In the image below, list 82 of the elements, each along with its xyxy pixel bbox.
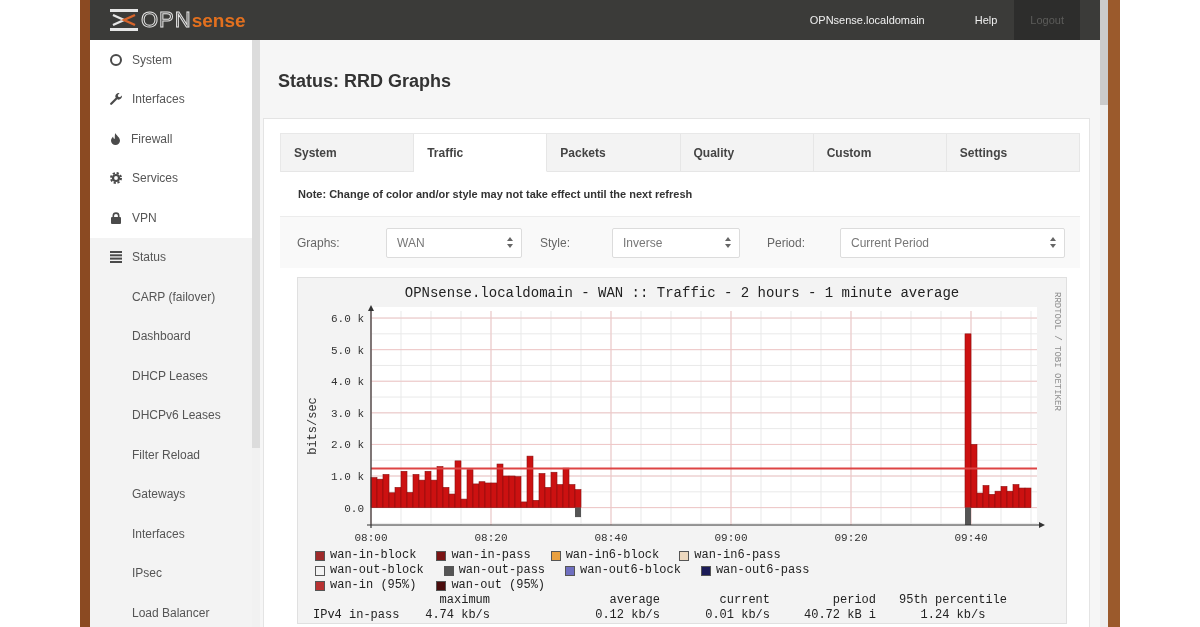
sidebar-item[interactable]: IPsec bbox=[90, 553, 252, 593]
table-cell-text: 40.72 kB i bbox=[803, 608, 876, 623]
ring-icon bbox=[110, 53, 122, 66]
filter-label: Graphs: bbox=[297, 235, 341, 250]
filter-label: Style: bbox=[540, 235, 571, 250]
tick-label: 0.0 bbox=[344, 502, 364, 515]
column-header: average bbox=[608, 593, 660, 608]
table-cell-text: 4.74 kb/s bbox=[424, 608, 490, 623]
sidebar-item[interactable]: Interfaces bbox=[90, 514, 252, 554]
column-header: maximum bbox=[438, 593, 490, 608]
tab[interactable]: System bbox=[281, 134, 415, 172]
tick-label: 4.0 k bbox=[331, 376, 364, 389]
fire-icon bbox=[110, 132, 121, 145]
tick-label: 09:40 bbox=[954, 532, 988, 544]
nav-link[interactable]: Help bbox=[966, 0, 1006, 40]
sidebar-item[interactable]: DHCP Leases bbox=[90, 356, 252, 396]
tab[interactable]: Settings bbox=[946, 134, 1081, 172]
sidebar-item[interactable]: DHCPv6 Leases bbox=[90, 395, 252, 435]
logo-icon bbox=[110, 9, 138, 31]
tick-label: 6.0 k bbox=[331, 313, 364, 326]
note-text: Note: Change of color and/or style may not take effect until the next refresh bbox=[298, 188, 693, 200]
tick-label: 08:40 bbox=[594, 532, 628, 544]
tick-label: 09:20 bbox=[834, 532, 868, 544]
list-icon bbox=[110, 251, 122, 264]
sidebar-item[interactable]: Gateways bbox=[90, 474, 252, 514]
select-field[interactable]: Current Period bbox=[840, 227, 1065, 258]
scrollbar-thumb[interactable] bbox=[252, 40, 260, 448]
column-header: period bbox=[831, 593, 876, 608]
axis-title: bits/sec bbox=[306, 397, 320, 455]
legend-label: wan-in6-pass bbox=[694, 548, 781, 563]
tick-label: 5.0 k bbox=[331, 344, 364, 357]
logo-text: OPNsense bbox=[141, 6, 246, 34]
sidebar-item[interactable]: System bbox=[90, 40, 252, 80]
sidebar-item[interactable]: Filter Reload bbox=[90, 435, 252, 475]
tab[interactable]: Packets bbox=[547, 134, 681, 172]
legend-label: wan-out-block bbox=[330, 563, 424, 578]
table-cell-text: 0.12 kb/s bbox=[594, 608, 660, 623]
outbound-bar bbox=[575, 507, 581, 518]
wrench-icon bbox=[110, 93, 122, 106]
column-header: current bbox=[718, 593, 770, 608]
sidebar-item[interactable]: Load Balancer bbox=[90, 593, 252, 627]
nav-link[interactable]: OPNsense.localdomain bbox=[801, 0, 933, 40]
select-field[interactable]: WAN bbox=[386, 227, 522, 258]
tick-label: 08:20 bbox=[474, 532, 508, 544]
tick-label: 1.0 k bbox=[331, 471, 364, 484]
updown-arrows-icon bbox=[1050, 237, 1056, 248]
legend-label: wan-out6-pass bbox=[715, 563, 810, 578]
legend-label: wan-out (95%) bbox=[451, 578, 546, 593]
legend-label: wan-out6-block bbox=[580, 563, 681, 578]
legend-label: wan-out-pass bbox=[458, 563, 546, 578]
sidebar-item[interactable]: Dashboard bbox=[90, 316, 252, 356]
table-cell-text: 0.01 kb/s bbox=[704, 608, 770, 623]
row-label: IPv4 in-pass bbox=[313, 608, 398, 623]
chart-title: OPNsense.localdomain - WAN :: Traffic - 2 hours - 1 minute average bbox=[403, 284, 961, 302]
updown-arrows-icon bbox=[507, 237, 513, 248]
column-header: 95th percentile bbox=[898, 593, 1008, 608]
sidebar-item[interactable]: VPN bbox=[90, 198, 252, 238]
tab[interactable]: Quality bbox=[680, 134, 814, 172]
sidebar-item[interactable]: Status bbox=[90, 237, 252, 277]
gear-icon bbox=[110, 172, 122, 185]
tick-label: 2.0 k bbox=[331, 439, 364, 452]
tick-label: 09:00 bbox=[714, 532, 748, 544]
outbound-bar bbox=[965, 507, 971, 525]
legend-label: wan-in6-block bbox=[565, 548, 660, 563]
tick-label: 08:00 bbox=[354, 532, 388, 544]
sidebar-item[interactable]: Interfaces bbox=[90, 79, 252, 119]
sidebar-item[interactable]: Firewall bbox=[90, 119, 252, 159]
page-title: Status: RRD Graphs bbox=[278, 70, 452, 92]
sidebar-item[interactable]: Services bbox=[90, 158, 252, 198]
tab[interactable]: Custom bbox=[813, 134, 947, 172]
legend-label: wan-in-pass bbox=[451, 548, 531, 563]
lock-icon bbox=[110, 211, 122, 224]
sidebar-item[interactable]: CARP (failover) bbox=[90, 277, 252, 317]
filter-label: Period: bbox=[767, 235, 807, 250]
credit-text: RRDTOOL / TOBI OETIKER bbox=[1052, 292, 1062, 411]
scrollbar-thumb[interactable] bbox=[1100, 0, 1108, 105]
updown-arrows-icon bbox=[725, 237, 731, 248]
table-cell-text: 1.24 kb/s bbox=[919, 608, 987, 623]
select-field[interactable]: Inverse bbox=[612, 227, 740, 258]
tick-label: 3.0 k bbox=[331, 407, 364, 420]
legend-label: wan-in-block bbox=[330, 548, 417, 563]
legend-label: wan-in (95%) bbox=[330, 578, 417, 593]
